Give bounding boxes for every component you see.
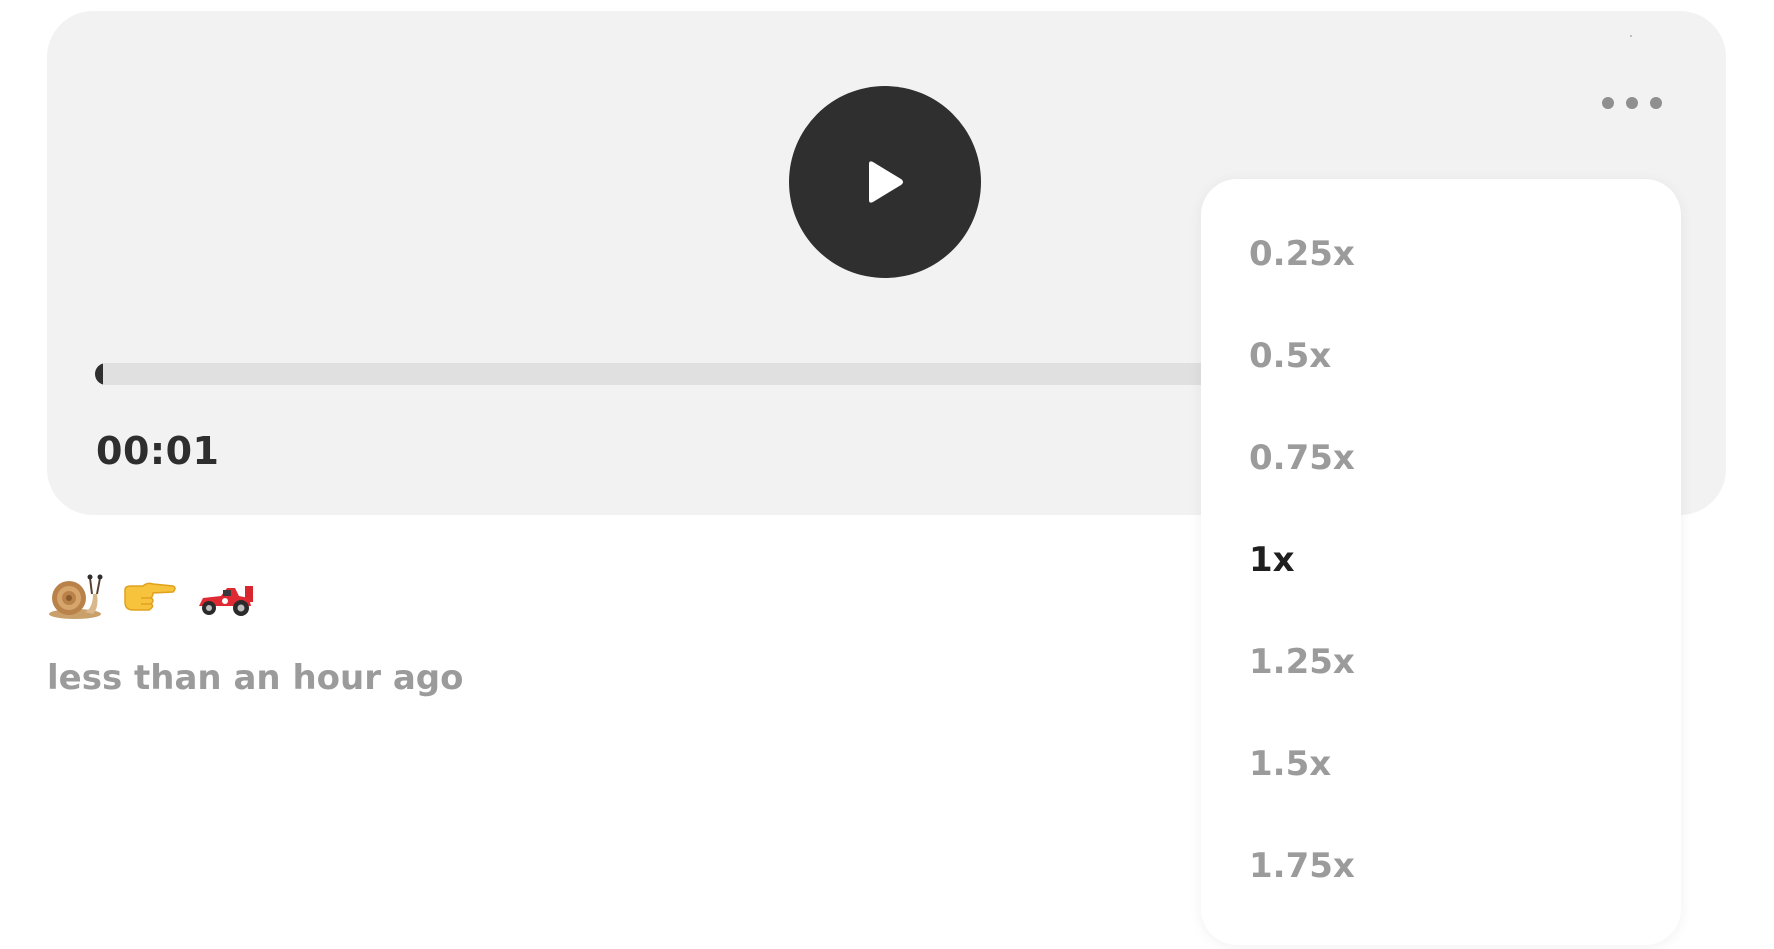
ellipsis-icon-dot — [1626, 97, 1638, 109]
progress-fill — [95, 363, 103, 385]
status-dot — [1630, 35, 1632, 37]
speed-option[interactable]: 0.5x — [1249, 326, 1331, 386]
pointing-right-emoji — [124, 582, 176, 611]
ellipsis-icon-dot — [1650, 97, 1662, 109]
speed-option[interactable]: 1.5x — [1249, 734, 1331, 794]
ellipsis-icon-dot — [1602, 97, 1614, 109]
race-car-emoji — [199, 586, 253, 616]
playback-speed-menu: 0.25x 0.5x 0.75x 1x 1.25x 1.5x 1.75x — [1201, 179, 1681, 945]
speed-option[interactable]: 0.25x — [1249, 224, 1355, 284]
speed-option[interactable]: 1x — [1249, 530, 1295, 590]
speed-option[interactable]: 1.25x — [1249, 632, 1355, 692]
more-options-button[interactable] — [1597, 81, 1667, 125]
speed-option[interactable]: 1.75x — [1249, 836, 1355, 896]
speed-option[interactable]: 0.75x — [1249, 428, 1355, 488]
play-button[interactable] — [789, 86, 981, 278]
reaction-emojis — [47, 570, 255, 622]
elapsed-time: 00:01 — [96, 429, 220, 473]
message-timestamp: less than an hour ago — [47, 658, 464, 698]
play-icon — [869, 161, 903, 203]
snail-emoji — [49, 574, 103, 619]
